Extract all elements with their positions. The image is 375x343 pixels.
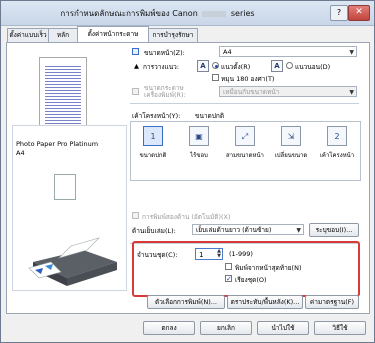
media-info-box: Photo Paper Pro Platinum A4 xyxy=(12,125,127,291)
layout-page-layout-label: เค้าโครงหน้า xyxy=(319,152,355,159)
fit-page-icon: ⤢ xyxy=(235,126,255,146)
printer-illustration xyxy=(28,237,117,286)
copies-stepper[interactable]: 1 ▲ ▼ xyxy=(195,248,223,260)
window-title-suffix: series xyxy=(230,9,255,18)
layout-fit-to-page-label: สามขนาดหน้า xyxy=(226,152,264,159)
orientation-label: การวางแนว: xyxy=(143,63,180,71)
media-name: Photo Paper Pro Platinum A4 xyxy=(16,140,99,157)
normal-size-icon: 1 xyxy=(143,126,163,146)
stapling-label: ด้านเย็บเล่ม(L): xyxy=(132,227,176,235)
collate-label: เรียงชุด(O) xyxy=(235,276,267,284)
print-preferences-window: การกำหนดลักษณะการพิมพ์ของ Canon series ?… xyxy=(0,0,375,343)
landscape-label: แนวนอน(D) xyxy=(295,63,331,71)
model-redaction xyxy=(202,10,227,17)
layout-label: เค้าโครงหน้า(Y): xyxy=(132,112,181,120)
layout-normal[interactable]: 1 ขนาดปกติ xyxy=(131,126,175,172)
printer-paper-label: ขนาดกระดาษเครื่องพิมพ์(R): xyxy=(144,84,186,99)
apply-button[interactable]: นำไปใช้ xyxy=(257,321,309,335)
window-title-prefix: การกำหนดลักษณะการพิมพ์ของ Canon xyxy=(60,9,198,18)
defaults-button[interactable]: ค่ามาตรฐาน(F) xyxy=(305,295,359,309)
rotate-180-checkbox[interactable] xyxy=(212,74,219,81)
tab-maintenance[interactable]: การบำรุงรักษา xyxy=(148,28,198,42)
stamp-background-button[interactable]: ตราประทับ/พื้นหลัง(K)... xyxy=(227,295,303,309)
close-button[interactable]: ✕ xyxy=(348,5,370,21)
chevron-down-icon: ▼ xyxy=(349,49,354,56)
layout-scaled-label: เปลี่ยนขนาด xyxy=(274,152,308,159)
layout-options: 1 ขนาดปกติ ▣ ไร้ขอบ ⤢ สามขนาดหน้า ⇲ เปลี… xyxy=(130,121,361,181)
title-bar: การกำหนดลักษณะการพิมพ์ของ Canon series ?… xyxy=(1,1,374,26)
scaled-icon: ⇲ xyxy=(281,126,301,146)
auto-duplex-checkbox[interactable] xyxy=(132,212,139,219)
window-title: การกำหนดลักษณะการพิมพ์ของ Canon series xyxy=(1,7,314,20)
copies-range: (1-999) xyxy=(229,250,253,258)
auto-duplex-label: การพิมพ์สองด้าน (อัตโนมัติ)(X) xyxy=(142,213,231,221)
layout-page-layout[interactable]: 2 เค้าโครงหน้า xyxy=(315,126,359,172)
page-size-select[interactable]: A4 ▼ xyxy=(219,46,357,57)
chevron-down-icon: ▼ xyxy=(296,227,301,234)
page-layout-icon: 2 xyxy=(327,126,347,146)
specify-margin-button[interactable]: ระบุขอบ(I)... xyxy=(309,223,359,237)
page-size-label: ขนาดหน้า(Z): xyxy=(144,49,185,57)
tab-quick-setup[interactable]: ตั้งค่าแบบเร็ว xyxy=(7,28,49,42)
printer-paper-value: เหมือนกับขนาดหน้า xyxy=(223,88,280,96)
copies-label: จำนวนชุด(C): xyxy=(137,251,178,259)
portrait-icon: A xyxy=(197,60,209,72)
ok-button[interactable]: ตกลง xyxy=(143,321,195,335)
page-size-icon xyxy=(132,48,139,55)
stapling-select[interactable]: เย็บเล่มด้านยาว (ด้านซ้าย) ▼ xyxy=(192,224,304,235)
printer-paper-icon xyxy=(132,88,139,95)
page-setup-panel: Photo Paper Pro Platinum A4 ขนาดหน้า(Z):… xyxy=(6,42,370,314)
print-options-button[interactable]: ตัวเลือกการพิมพ์(N)... xyxy=(147,295,225,309)
layout-fit-to-page[interactable]: ⤢ สามขนาดหน้า xyxy=(223,126,267,172)
separator xyxy=(130,103,359,104)
collate-checkbox[interactable]: ✓ xyxy=(225,275,232,283)
tab-page-setup[interactable]: ตั้งค่าหน้ากระดาษ xyxy=(77,26,149,42)
portrait-radio[interactable] xyxy=(212,62,219,69)
cancel-button[interactable]: ยกเลิก xyxy=(200,321,252,335)
spin-arrows-icon: ▲ ▼ xyxy=(217,248,221,259)
landscape-radio[interactable] xyxy=(286,62,293,69)
layout-normal-label: ขนาดปกติ xyxy=(139,152,167,159)
paper-size-icon xyxy=(54,174,76,200)
copies-value: 1 xyxy=(199,251,204,259)
orientation-bullet: ▲ xyxy=(134,62,139,70)
stapling-value: เย็บเล่มด้านยาว (ด้านซ้าย) xyxy=(196,226,272,234)
layout-scaled[interactable]: ⇲ เปลี่ยนขนาด xyxy=(269,126,313,172)
print-from-last-label: พิมพ์จากหน้าสุดท้าย(N) xyxy=(235,264,302,272)
tab-main[interactable]: หลัก xyxy=(48,28,78,42)
printer-paper-select[interactable]: เหมือนกับขนาดหน้า ▼ xyxy=(219,86,357,97)
layout-current: ขนาดปกติ xyxy=(195,112,225,120)
portrait-label: แนวตั้ง(R) xyxy=(221,63,251,71)
layout-borderless[interactable]: ▣ ไร้ขอบ xyxy=(177,126,221,172)
layout-borderless-label: ไร้ขอบ xyxy=(190,152,208,159)
page-size-value: A4 xyxy=(223,48,232,56)
rotate-180-label: หมุน 180 องศา(T) xyxy=(221,75,275,83)
borderless-icon: ▣ xyxy=(189,126,209,146)
landscape-icon: A xyxy=(271,60,283,72)
title-help-button[interactable]: ? xyxy=(330,5,348,21)
chevron-down-icon: ▼ xyxy=(349,89,354,96)
print-from-last-checkbox[interactable] xyxy=(225,263,232,270)
help-button[interactable]: วิธีใช้ xyxy=(314,321,366,335)
